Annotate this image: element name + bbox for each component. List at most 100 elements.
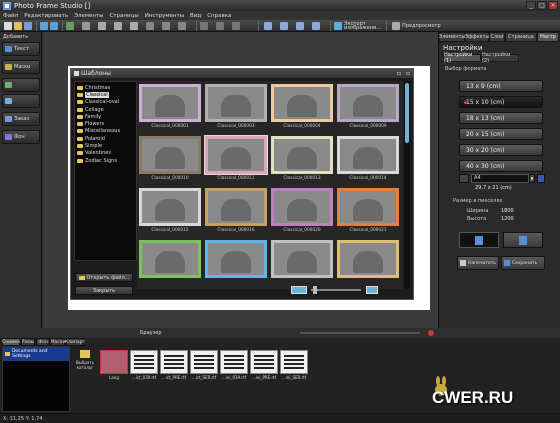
zoom-in-icon[interactable] — [264, 22, 272, 30]
folder-item[interactable]: Christmas — [75, 84, 136, 91]
menu-pages[interactable]: Страницы — [110, 13, 139, 19]
file-thumbnail[interactable] — [130, 350, 158, 374]
export-label[interactable]: Экспорт изображени... — [344, 22, 381, 31]
file-thumbnail[interactable] — [190, 350, 218, 374]
template-thumbnail[interactable] — [139, 136, 201, 174]
layer-icon[interactable] — [216, 22, 224, 30]
folder-item[interactable]: Zodiac Signs — [75, 157, 136, 164]
zoom-out-icon[interactable] — [280, 22, 288, 30]
size-18x13-button[interactable]: 18 x 13 (cm) — [459, 112, 543, 124]
paper-select[interactable]: A4 — [471, 174, 529, 183]
tab-elements[interactable]: Элементы — [439, 32, 465, 42]
save-icon[interactable] — [24, 22, 32, 30]
slider-handle[interactable] — [313, 286, 317, 294]
dialog-close-button[interactable]: ▫ — [406, 70, 410, 77]
template-thumbnail[interactable] — [271, 240, 333, 278]
open-file-button[interactable]: Открыть файл... — [75, 273, 133, 282]
tab-layers[interactable]: Слои — [489, 32, 505, 42]
file-thumbnail[interactable] — [220, 350, 248, 374]
folder-item[interactable]: Flowers — [75, 120, 136, 127]
zoom-in-thumb-icon[interactable] — [366, 286, 378, 294]
tab-page[interactable]: Страница — [505, 32, 537, 42]
template-thumbnail[interactable] — [205, 188, 267, 226]
paste-icon[interactable] — [114, 22, 122, 30]
chevron-down-icon[interactable]: ▼ — [529, 174, 535, 183]
select-folder-item[interactable]: Выбрать каталог — [74, 348, 96, 388]
template-thumbnail[interactable] — [337, 240, 399, 278]
file-thumbnail[interactable] — [280, 350, 308, 374]
preview-icon[interactable] — [392, 22, 400, 30]
subtab-settings-2[interactable]: Настройки (2) — [481, 52, 519, 64]
subtab-settings-1[interactable]: Настройки (1) — [443, 52, 481, 64]
add-mask-button[interactable]: Маски — [2, 60, 40, 74]
zoom-actual-icon[interactable] — [312, 22, 320, 30]
bottom-slider[interactable] — [300, 332, 420, 334]
file-thumbnail[interactable] — [160, 350, 188, 374]
tab-frames[interactable]: Рамы — [21, 338, 35, 346]
save-button[interactable]: Сохранить — [501, 256, 545, 270]
menu-help[interactable]: Справка — [207, 13, 231, 19]
template-thumbnail[interactable] — [139, 240, 201, 278]
delete-icon[interactable] — [130, 22, 138, 30]
cut-icon[interactable] — [82, 22, 90, 30]
rotate-paper-icon[interactable] — [537, 174, 545, 183]
template-thumbnail[interactable] — [271, 136, 333, 174]
folder-item[interactable]: Classical-oval — [75, 99, 136, 106]
tab-clipart[interactable]: Клипарт — [65, 338, 85, 346]
folder-item[interactable]: Polaroid — [75, 135, 136, 142]
folder-item[interactable]: Family — [75, 113, 136, 120]
size-15x10-button[interactable]: 15 x 10 (cm) — [459, 96, 543, 108]
template-thumbnail[interactable] — [205, 240, 267, 278]
copy-icon[interactable] — [98, 22, 106, 30]
tab-photos[interactable]: Снимки — [2, 338, 20, 346]
tab-settings[interactable]: Настр — [537, 32, 559, 42]
duplicate-icon[interactable] — [146, 22, 154, 30]
tab-backgrounds[interactable]: Фон — [36, 338, 50, 346]
template-thumbnail[interactable] — [337, 188, 399, 226]
folder-item[interactable]: Collage — [75, 106, 136, 113]
menu-view[interactable]: Вид — [190, 13, 201, 19]
file-thumbnail-selected[interactable] — [100, 350, 128, 374]
menu-tools[interactable]: Инструменты — [145, 13, 184, 19]
thumb-size-slider[interactable] — [311, 289, 361, 291]
dialog-minimize-button[interactable]: ▫ — [397, 70, 401, 77]
size-40x30-button[interactable]: 40 x 30 (cm) — [459, 160, 543, 172]
portrait-button[interactable] — [459, 232, 499, 248]
template-thumbnail[interactable] — [139, 188, 201, 226]
scroll-thumb[interactable] — [405, 83, 409, 143]
close-dialog-button[interactable]: Закрыть — [75, 286, 133, 295]
close-button[interactable]: × — [548, 1, 558, 10]
template-thumbnail[interactable] — [337, 84, 399, 122]
zoom-fit-icon[interactable] — [296, 22, 304, 30]
custom-size-icon[interactable] — [459, 174, 469, 183]
folder-item[interactable]: Valentines — [75, 150, 136, 157]
open-icon[interactable] — [14, 22, 22, 30]
maximize-button[interactable]: □ — [537, 1, 547, 10]
tree-item-documents[interactable]: Documents and Settings — [3, 347, 69, 361]
record-icon[interactable] — [428, 330, 434, 336]
group-icon[interactable] — [162, 22, 170, 30]
template-thumbnail[interactable] — [139, 84, 201, 122]
redo-icon[interactable] — [50, 22, 58, 30]
minimize-button[interactable]: _ — [526, 1, 536, 10]
align-icon[interactable] — [178, 22, 186, 30]
template-thumbnail[interactable] — [205, 84, 267, 122]
preview-label[interactable]: Предпросмотр — [402, 24, 441, 29]
template-thumbnail[interactable] — [337, 136, 399, 174]
folder-item[interactable]: Miscellaneous — [75, 128, 136, 135]
undo-icon[interactable] — [40, 22, 48, 30]
add-clipart-button[interactable] — [2, 78, 40, 92]
tab-effects[interactable]: Эффекты — [465, 32, 490, 42]
add-image-button[interactable] — [2, 94, 40, 108]
add-text-button[interactable]: Текст — [2, 42, 40, 56]
menu-elements[interactable]: Элементы — [74, 13, 103, 19]
size-13x9-button[interactable]: 13 x 9 (cm) — [459, 80, 543, 92]
file-thumbnail[interactable] — [250, 350, 278, 374]
arrange-icon[interactable] — [200, 22, 208, 30]
folder-item[interactable]: Classical — [75, 91, 136, 98]
landscape-button[interactable] — [503, 232, 543, 248]
size-30x20-button[interactable]: 30 x 20 (cm) — [459, 144, 543, 156]
template-thumbnail[interactable] — [271, 188, 333, 226]
export-icon[interactable] — [334, 22, 342, 30]
template-scrollbar[interactable] — [404, 81, 410, 289]
